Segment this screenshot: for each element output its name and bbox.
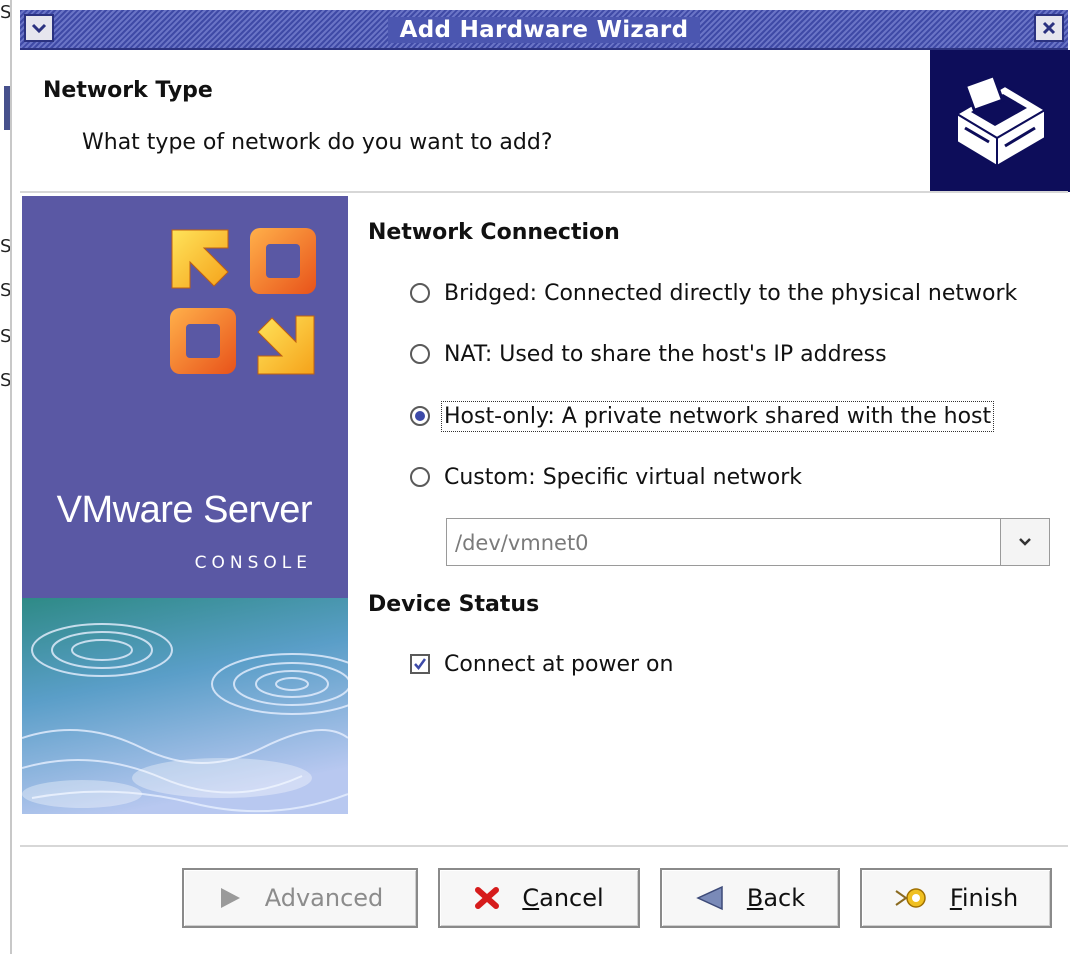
cancel-icon — [474, 885, 500, 911]
wizard-header: Network Type What type of network do you… — [20, 50, 1070, 192]
window-titlebar[interactable]: Add Hardware Wizard — [20, 10, 1068, 50]
banner-subtitle: CONSOLE — [194, 553, 312, 573]
radio-nat[interactable]: NAT: Used to share the host's IP address — [410, 337, 887, 371]
cancel-label: Cancel — [522, 884, 604, 912]
water-ripples-image — [22, 598, 348, 814]
background-text-fragment: S — [0, 238, 10, 256]
radio-label: Host-only: A private network shared with… — [440, 400, 995, 432]
back-label: Back — [746, 884, 806, 912]
finish-icon — [894, 885, 928, 911]
radio-host-only[interactable]: Host-only: A private network shared with… — [410, 399, 995, 433]
network-connection-heading: Network Connection — [368, 220, 620, 245]
radio-button[interactable] — [410, 467, 430, 487]
advanced-button[interactable]: Advanced — [182, 868, 418, 928]
chevron-down-icon — [1019, 538, 1031, 546]
page-subtitle: What type of network do you want to add? — [82, 130, 553, 155]
wizard-content: Network Connection Bridged: Connected di… — [348, 196, 1068, 836]
hardware-icon — [930, 50, 1070, 192]
radio-label: Custom: Specific virtual network — [444, 464, 802, 490]
vmware-banner: VMware Server CONSOLE — [22, 196, 348, 814]
radio-button[interactable] — [410, 406, 430, 426]
radio-label: Bridged: Connected directly to the physi… — [444, 280, 1018, 306]
background-text-fragment: S — [0, 328, 10, 346]
radio-button[interactable] — [410, 283, 430, 303]
background-text-fragment: S — [0, 282, 10, 300]
background-window-selection — [4, 86, 10, 130]
back-arrow-icon — [695, 885, 725, 911]
radio-custom[interactable]: Custom: Specific virtual network — [410, 460, 802, 494]
finish-label: Finish — [949, 884, 1019, 912]
header-divider — [20, 191, 1068, 194]
checkmark-icon — [414, 658, 427, 671]
footer-divider — [20, 845, 1068, 848]
radio-bridged[interactable]: Bridged: Connected directly to the physi… — [410, 276, 1017, 310]
vmware-logo-icon — [170, 228, 316, 375]
back-button[interactable]: Back — [660, 868, 840, 928]
banner-brand: VMware Server — [56, 489, 313, 531]
checkbox-label: Connect at power on — [444, 651, 674, 677]
background-window-border — [10, 0, 12, 954]
close-icon — [1042, 21, 1056, 35]
background-text-fragment: S — [0, 372, 10, 390]
background-window-edge: S S S S S — [0, 0, 12, 954]
radio-label: NAT: Used to share the host's IP address — [444, 341, 887, 367]
custom-network-value: /dev/vmnet0 — [455, 531, 589, 555]
device-status-heading: Device Status — [368, 592, 540, 617]
finish-button[interactable]: Finish — [860, 868, 1052, 928]
window-close-button[interactable] — [1034, 14, 1064, 42]
radio-button[interactable] — [410, 344, 430, 364]
dropdown-button[interactable] — [1000, 519, 1049, 565]
window-title: Add Hardware Wizard — [20, 10, 1068, 48]
advanced-label: Advanced — [264, 884, 384, 912]
background-text-fragment: S — [0, 4, 10, 22]
page-title: Network Type — [43, 78, 213, 103]
cancel-button[interactable]: Cancel — [438, 868, 640, 928]
play-icon — [217, 885, 243, 911]
connect-at-power-on-checkbox[interactable]: Connect at power on — [410, 647, 673, 681]
checkbox[interactable] — [410, 654, 430, 674]
custom-network-select[interactable]: /dev/vmnet0 — [446, 518, 1050, 566]
